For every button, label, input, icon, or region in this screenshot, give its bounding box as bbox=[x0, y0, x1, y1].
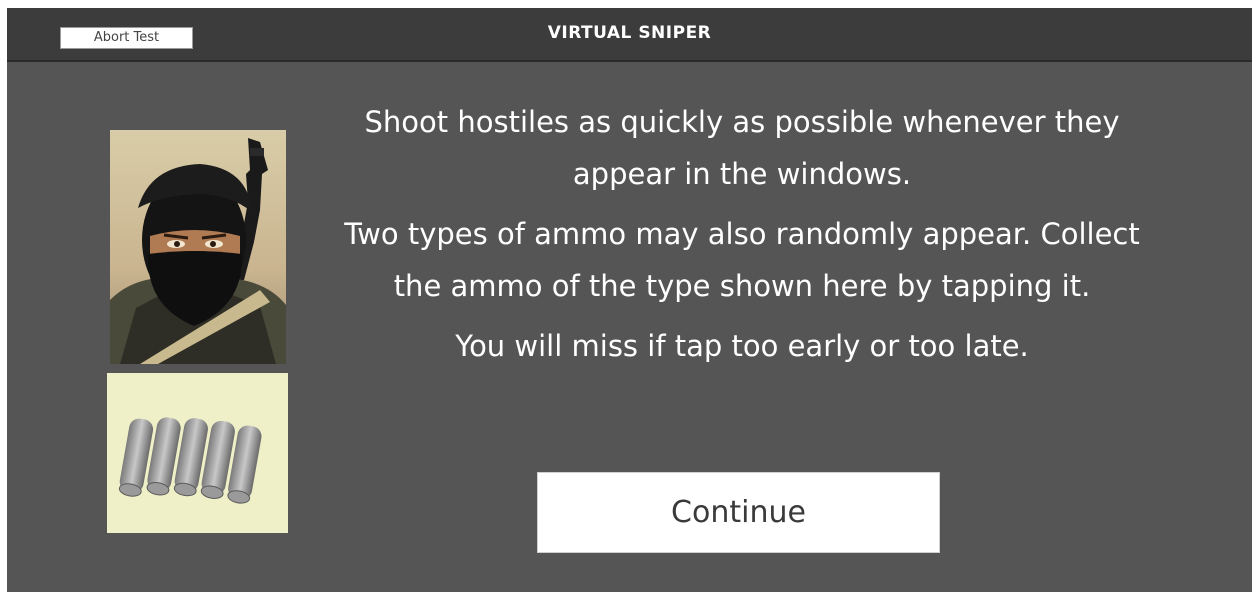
instruction-shoot-hostiles: Shoot hostiles as quickly as possible wh… bbox=[364, 105, 1120, 191]
hostile-image bbox=[110, 130, 286, 364]
instruction-timing: You will miss if tap too early or too la… bbox=[455, 329, 1029, 363]
game-window: Abort Test VIRTUAL SNIPER Shoot hostiles… bbox=[7, 8, 1252, 592]
title-bar: Abort Test VIRTUAL SNIPER bbox=[7, 8, 1252, 62]
continue-button[interactable]: Continue bbox=[537, 472, 940, 553]
app-title: VIRTUAL SNIPER bbox=[547, 23, 712, 43]
instruction-collect-ammo: Two types of ammo may also randomly appe… bbox=[344, 217, 1140, 303]
bullet-cartridges-illustration bbox=[118, 417, 262, 504]
ammo-image bbox=[107, 373, 288, 533]
masked-gunman-illustration bbox=[110, 130, 286, 364]
instructions: Shoot hostiles as quickly as possible wh… bbox=[337, 96, 1147, 380]
